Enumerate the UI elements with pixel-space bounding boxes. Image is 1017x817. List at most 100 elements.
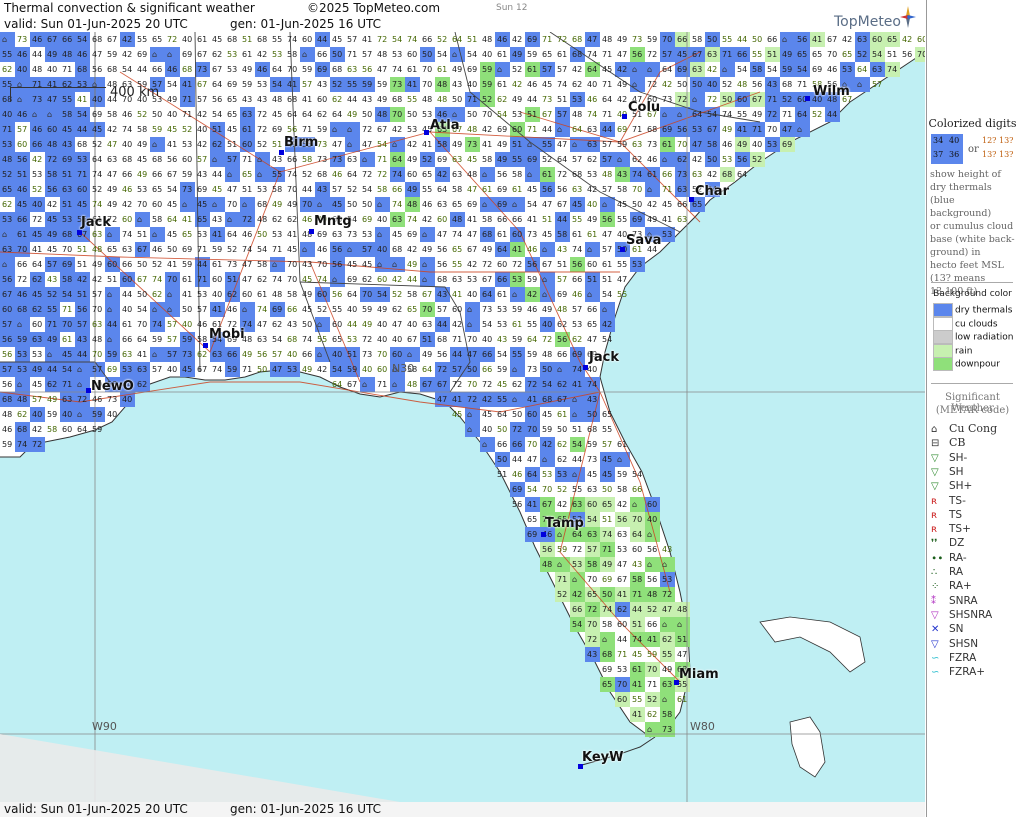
thermal-digit: 43 xyxy=(287,320,297,329)
thermal-digit: 72 xyxy=(512,260,522,269)
cu-cong-symbol: ⌂ xyxy=(602,305,607,314)
thermal-digit: 49 xyxy=(407,185,417,194)
sample-digit: 12? xyxy=(982,136,997,145)
cu-cong-symbol: ⌂ xyxy=(857,80,862,89)
thermal-digit: 52 xyxy=(557,485,567,494)
thermal-digit: 59 xyxy=(617,470,627,479)
thermal-digit: 53 xyxy=(257,80,267,89)
thermal-digit: 54 xyxy=(167,185,177,194)
thermal-digit: 45 xyxy=(212,185,222,194)
thermal-digit: 71 xyxy=(77,170,87,179)
thermal-digit: 61 xyxy=(512,185,522,194)
thermal-digit: 70 xyxy=(287,185,297,194)
thermal-digit: 40 xyxy=(362,365,372,374)
thermal-digit: 56 xyxy=(797,35,807,44)
thermal-digit: 57 xyxy=(167,350,177,359)
sigwx-label: SH- xyxy=(949,451,968,464)
thermal-digit: 66 xyxy=(17,260,27,269)
thermal-digit: 48 xyxy=(62,50,72,59)
thermal-digit: 56 xyxy=(527,260,537,269)
thermal-digit: 49 xyxy=(362,320,372,329)
thermal-digit: 46 xyxy=(302,215,312,224)
thermal-digit: 52 xyxy=(482,95,492,104)
thermal-digit: 40 xyxy=(647,515,657,524)
thermal-digit: 68 xyxy=(572,35,582,44)
cu-cong-symbol: ⌂ xyxy=(2,260,7,269)
thermal-digit: 71 xyxy=(617,650,627,659)
thermal-digit: 49 xyxy=(47,395,57,404)
thermal-digit: 41 xyxy=(632,710,642,719)
thermal-digit: 67 xyxy=(407,335,417,344)
thermal-digit: 70 xyxy=(287,275,297,284)
thermal-digit: 49 xyxy=(422,350,432,359)
thermal-digit: 54 xyxy=(62,365,72,374)
thermal-digit: 71 xyxy=(602,110,612,119)
thermal-digit: 44 xyxy=(527,95,537,104)
thermal-digit: 50 xyxy=(257,230,267,239)
thermal-digit: 53 xyxy=(272,50,282,59)
thermal-digit: 67 xyxy=(137,245,147,254)
thermal-digit: 63 xyxy=(857,35,867,44)
cu-cong-symbol: ⌂ xyxy=(362,380,367,389)
sigwx-label: SHSN xyxy=(949,637,979,650)
thermal-digit: 52 xyxy=(227,245,237,254)
thermal-digit: 49 xyxy=(512,50,522,59)
thermal-digit: 72 xyxy=(707,95,717,104)
thermal-digit: 41 xyxy=(572,380,582,389)
freezing-rain-icon: ∽ xyxy=(931,652,940,664)
thermal-digit: 65 xyxy=(227,110,237,119)
thermal-digit: 70 xyxy=(62,245,72,254)
cu-cong-symbol: ⌂ xyxy=(392,260,397,269)
thermal-digit: 41 xyxy=(647,635,657,644)
shower-light-icon: ▽ xyxy=(931,452,939,464)
thermal-digit: 72 xyxy=(377,170,387,179)
thermal-digit: 54 xyxy=(527,485,537,494)
thermal-digit: 51 xyxy=(602,515,612,524)
cu-cong-symbol: ⌂ xyxy=(47,110,52,119)
thermal-digit: 62 xyxy=(317,110,327,119)
legend-description-line: ground) in xyxy=(930,247,981,258)
thermal-digit: 65 xyxy=(542,50,552,59)
sample-digit: 13? xyxy=(999,150,1014,159)
thermal-digit: 74 xyxy=(407,215,417,224)
thermal-digit: 61 xyxy=(617,440,627,449)
thermal-digit: 57 xyxy=(332,185,342,194)
thermal-digit: 56 xyxy=(2,335,12,344)
sigwx-item: ⁘ RA+ xyxy=(931,579,972,592)
thermal-digit: 70 xyxy=(227,200,237,209)
bahamas-island xyxy=(759,616,866,673)
grid-label-n30: N30 xyxy=(392,362,415,375)
cu-cong-symbol: ⌂ xyxy=(482,200,487,209)
thermal-digit: 53 xyxy=(572,95,582,104)
thermal-digit: 47 xyxy=(662,605,672,614)
thermal-digit: 40 xyxy=(377,335,387,344)
thermal-digit: 57 xyxy=(437,305,447,314)
thermal-digit: 71 xyxy=(377,155,387,164)
cu-cong-symbol: ⌂ xyxy=(557,560,562,569)
thermal-digit: 68 xyxy=(152,155,162,164)
thermal-digit: 53 xyxy=(197,230,207,239)
thermal-digit: 40 xyxy=(587,80,597,89)
cu-cong-symbol: ⌂ xyxy=(632,500,637,509)
rain-light-icon: ∙∙ xyxy=(931,552,944,564)
thermal-digit: 44 xyxy=(317,35,327,44)
thermal-digit: 67 xyxy=(422,380,432,389)
weather-map[interactable]: ⌂ 55 62 55 68 40 71 53 48 52 65 62 53 ⌂ 63 ⌂ 56 67 60 57 56 5… xyxy=(0,32,925,802)
thermal-digit: 65 xyxy=(602,410,612,419)
map-canvas[interactable]: ⌂ 55 62 55 68 40 71 53 48 52 65 62 53 ⌂ 63 ⌂ 56 67 60 57 56 5… xyxy=(0,32,925,802)
thermal-digit: 74 xyxy=(572,245,582,254)
thermal-digit: 65 xyxy=(587,590,597,599)
thermal-digit: 62 xyxy=(47,380,57,389)
background-color-item: downpour xyxy=(933,357,1000,371)
thermal-digit: 69 xyxy=(272,305,282,314)
thermal-digit: 68 xyxy=(647,125,657,134)
thermal-digit: 45 xyxy=(542,410,552,419)
thermal-digit: 52 xyxy=(347,185,357,194)
thermal-digit: 59 xyxy=(47,410,57,419)
thermal-digit: 65 xyxy=(107,245,117,254)
thermal-digit: 66 xyxy=(422,35,432,44)
thermal-digit: 52 xyxy=(512,65,522,74)
thermal-digit: 62 xyxy=(392,305,402,314)
thermal-digit: 44 xyxy=(827,110,837,119)
thermal-digit: 62 xyxy=(152,290,162,299)
